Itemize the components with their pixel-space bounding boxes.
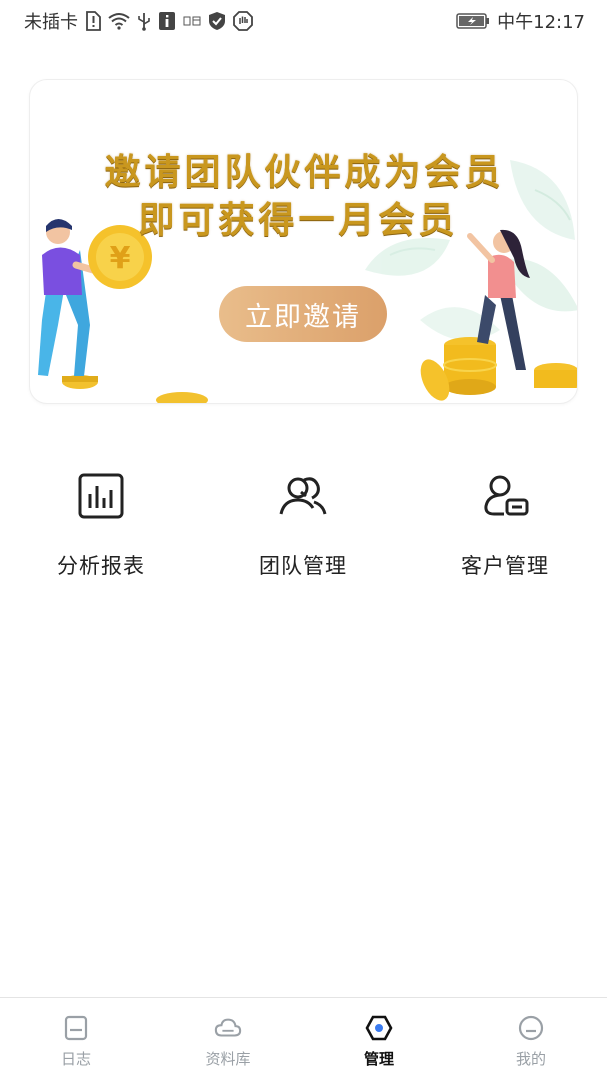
info-icon — [158, 11, 176, 31]
team-icon — [275, 468, 331, 524]
bar-chart-icon — [73, 468, 129, 524]
feature-customer-management[interactable]: 客户管理 — [405, 468, 605, 588]
tab-label: 管理 — [363, 1050, 394, 1068]
feature-label: 客户管理 — [461, 554, 549, 578]
feature-label: 分析报表 — [57, 554, 145, 578]
tab-profile[interactable]: 我的 — [471, 998, 591, 1080]
status-bar: 未插卡 中午12:17 — [0, 0, 607, 42]
man-figure: ¥ — [38, 219, 208, 403]
profile-icon — [517, 1014, 545, 1042]
battery-charging-icon — [456, 13, 490, 29]
feature-label: 团队管理 — [259, 554, 347, 578]
wifi-icon — [108, 12, 130, 30]
feature-team-management[interactable]: 团队管理 — [203, 468, 403, 588]
cloud-icon — [214, 1014, 242, 1042]
yuan-symbol: ¥ — [110, 241, 131, 276]
invite-banner[interactable]: ¥ 邀请团队伙伴成为会员 即可获得一月会员 立即邀请 — [29, 79, 578, 404]
management-icon — [365, 1014, 393, 1042]
carrier-text: 未插卡 — [24, 12, 78, 33]
usb-icon — [137, 11, 151, 31]
tab-label: 日志 — [60, 1050, 91, 1068]
tab-journal[interactable]: 日志 — [16, 998, 136, 1080]
feature-analysis-report[interactable]: 分析报表 — [1, 468, 201, 588]
tab-label: 我的 — [515, 1050, 546, 1068]
shield-icon — [208, 11, 226, 31]
banner-title-line2: 即可获得一月会员 — [138, 200, 459, 241]
tab-management[interactable]: 管理 — [319, 998, 439, 1080]
tab-label: 资料库 — [205, 1050, 251, 1068]
calendar-icon — [183, 15, 201, 27]
hand-icon — [233, 11, 253, 31]
status-bar-right: 中午12:17 — [456, 8, 585, 34]
clock-text: 中午12:17 — [497, 12, 585, 33]
journal-icon — [62, 1014, 90, 1042]
feature-grid: 分析报表 团队管理 客户管理 — [0, 468, 607, 588]
tab-library[interactable]: 资料库 — [168, 998, 288, 1080]
bottom-tab-bar: 日志 资料库 管理 我的 — [0, 997, 607, 1080]
status-bar-left: 未插卡 — [24, 8, 253, 34]
invite-now-button[interactable]: 立即邀请 — [219, 286, 387, 342]
banner-title-line1: 邀请团队伙伴成为会员 — [104, 152, 505, 193]
sim-alert-icon — [85, 11, 101, 31]
customer-icon — [477, 468, 533, 524]
